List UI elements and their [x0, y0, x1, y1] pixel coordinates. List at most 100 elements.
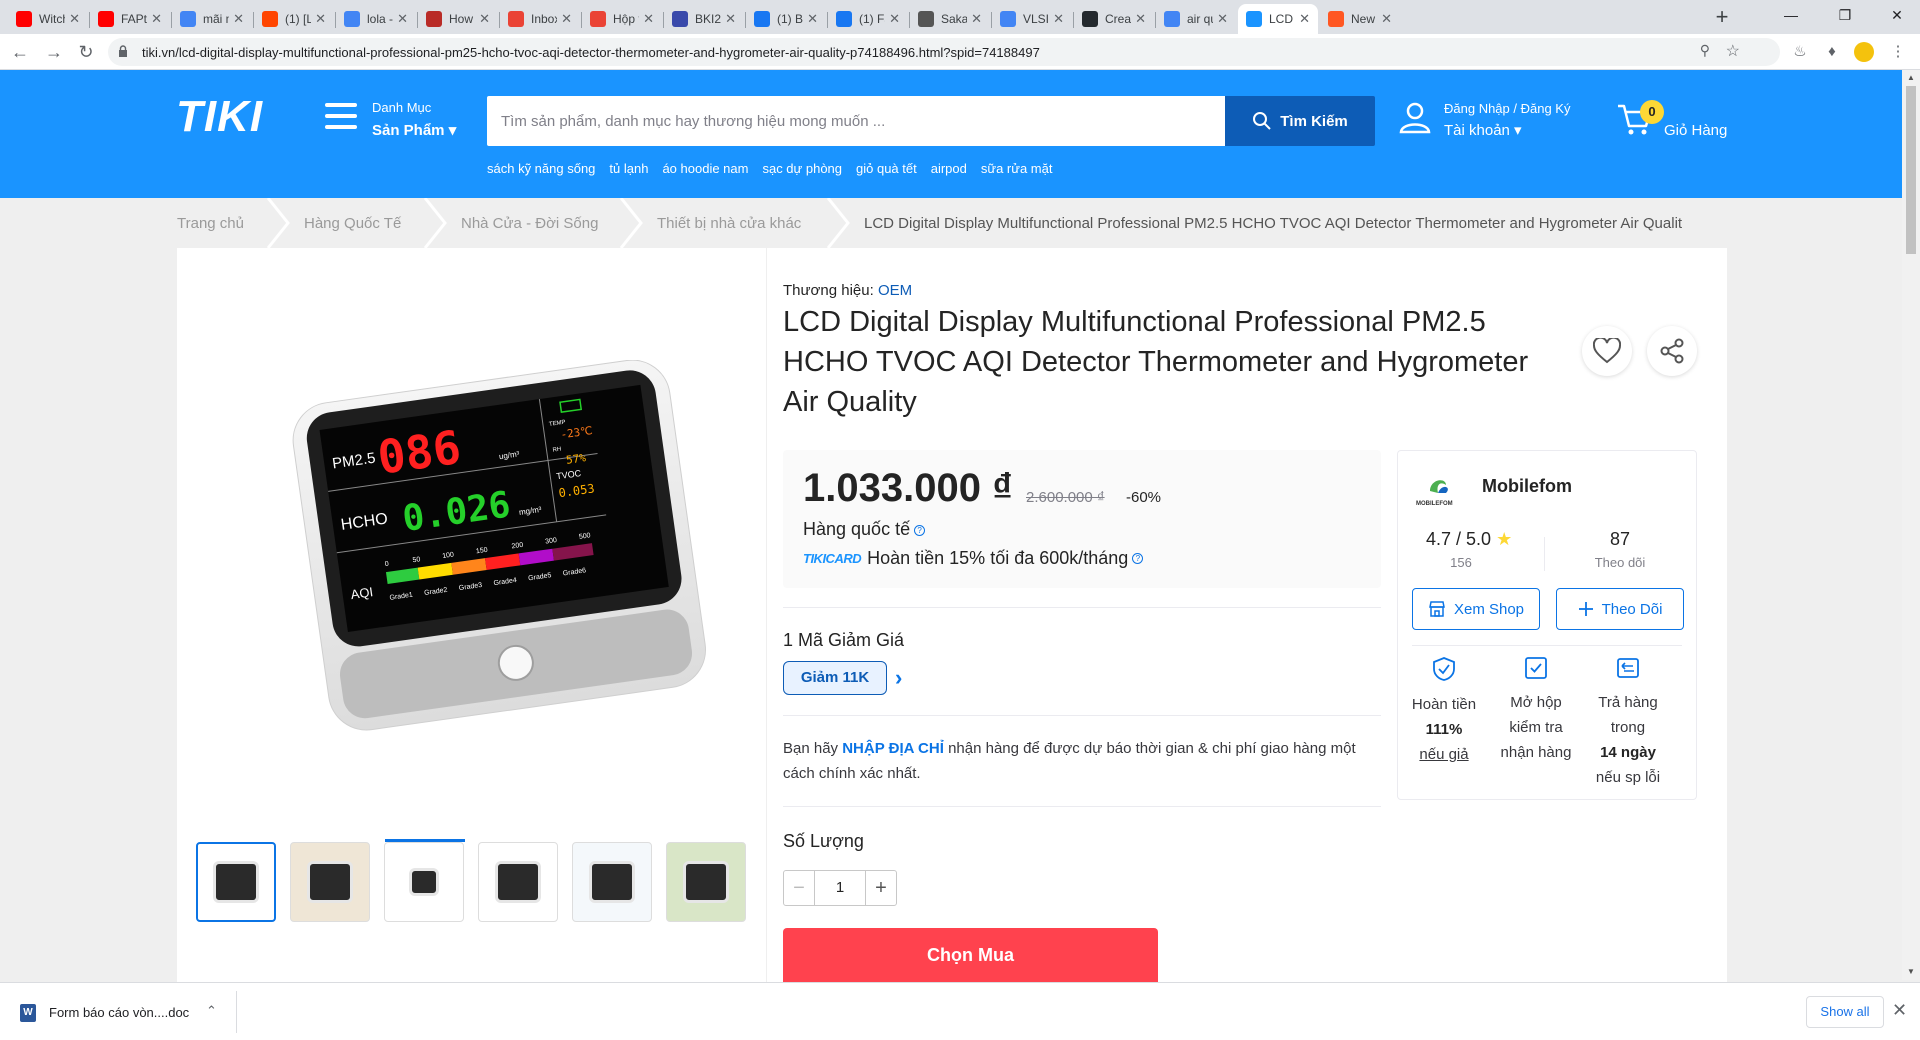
- close-tab-icon[interactable]: ✕: [1299, 11, 1310, 27]
- close-window-icon[interactable]: ✕: [1874, 0, 1920, 30]
- view-shop-button[interactable]: Xem Shop: [1412, 588, 1540, 630]
- bookmark-star-icon[interactable]: ☆: [1726, 41, 1740, 61]
- account-dropdown[interactable]: Tài khoản ▾: [1444, 121, 1522, 139]
- buy-button[interactable]: Chọn Mua: [783, 928, 1158, 982]
- browser-tab[interactable]: (1) Fac ✕: [828, 4, 908, 34]
- browser-tab[interactable]: Witche ✕: [8, 4, 88, 34]
- brand-link[interactable]: OEM: [878, 282, 912, 299]
- tiki-logo[interactable]: TIKI: [176, 92, 263, 142]
- seller-name[interactable]: Mobilefom: [1482, 476, 1572, 497]
- thumbnail-6[interactable]: [666, 842, 746, 922]
- close-tab-icon[interactable]: ✕: [807, 11, 818, 27]
- close-tab-icon[interactable]: ✕: [725, 11, 736, 27]
- quick-link[interactable]: airpod: [931, 161, 967, 176]
- minimize-icon[interactable]: —: [1768, 0, 1814, 30]
- enter-address-link[interactable]: NHẬP ĐỊA CHỈ: [842, 740, 944, 757]
- breadcrumb-item[interactable]: Thiết bị nhà cửa khác: [657, 215, 801, 232]
- close-tab-icon[interactable]: ✕: [1135, 11, 1146, 27]
- browser-tab[interactable]: Sakai :✕: [910, 4, 990, 34]
- hamburger-menu-icon[interactable]: [325, 103, 357, 129]
- increase-quantity-button[interactable]: +: [865, 870, 897, 906]
- close-tab-icon[interactable]: ✕: [151, 11, 162, 27]
- browser-menu-icon[interactable]: ⋮: [1886, 40, 1910, 64]
- thumbnail-1[interactable]: [196, 842, 276, 922]
- decrease-quantity-button[interactable]: −: [783, 870, 815, 906]
- browser-tab[interactable]: New a ✕: [1320, 4, 1400, 34]
- close-tab-icon[interactable]: ✕: [561, 11, 572, 27]
- info-icon[interactable]: ?: [1132, 553, 1144, 564]
- seller-logo[interactable]: MOBILEFOM: [1416, 471, 1460, 509]
- browser-tab[interactable]: air qua ✕: [1156, 4, 1236, 34]
- close-tab-icon[interactable]: ✕: [69, 11, 80, 27]
- share-button[interactable]: [1647, 326, 1697, 376]
- download-file-name[interactable]: Form báo cáo vòn....doc: [49, 1005, 189, 1020]
- close-tab-icon[interactable]: ✕: [889, 11, 900, 27]
- close-tab-icon[interactable]: ✕: [643, 11, 654, 27]
- close-tab-icon[interactable]: ✕: [1381, 11, 1392, 27]
- thumbnail-4[interactable]: [478, 842, 558, 922]
- policy-link[interactable]: nếu giả: [1419, 746, 1468, 763]
- breadcrumb-item[interactable]: Trang chủ: [177, 215, 244, 232]
- browser-tab[interactable]: lola - G✕: [336, 4, 416, 34]
- close-tab-icon[interactable]: ✕: [397, 11, 408, 27]
- browser-tab[interactable]: mãi mi ✕: [172, 4, 252, 34]
- close-tab-icon[interactable]: ✕: [233, 11, 244, 27]
- puzzle-icon[interactable]: ♦: [1820, 40, 1844, 64]
- quick-link[interactable]: áo hoodie nam: [662, 161, 748, 176]
- back-icon[interactable]: ←: [6, 38, 34, 66]
- info-icon[interactable]: ?: [914, 525, 926, 536]
- browser-tab[interactable]: (1) [Lo✕: [254, 4, 334, 34]
- zoom-icon[interactable]: ⚲: [1700, 42, 1710, 59]
- show-all-downloads-button[interactable]: Show all: [1806, 996, 1884, 1028]
- scroll-down-icon[interactable]: ▼: [1902, 964, 1920, 980]
- restore-icon[interactable]: ❐: [1822, 0, 1868, 30]
- search-input[interactable]: [487, 96, 1225, 146]
- category-menu-label[interactable]: Sản Phẩm ▾: [372, 121, 456, 139]
- cart-label[interactable]: Giỏ Hàng: [1664, 122, 1727, 139]
- new-tab-button[interactable]: +: [1708, 4, 1736, 32]
- close-tab-icon[interactable]: ✕: [315, 11, 326, 27]
- reload-icon[interactable]: ↻: [72, 38, 100, 66]
- breadcrumb-item[interactable]: Hàng Quốc Tế: [304, 215, 401, 232]
- thumbnail-3[interactable]: [384, 839, 465, 922]
- quick-link[interactable]: giỏ quà tết: [856, 161, 917, 176]
- quick-link[interactable]: sạc dự phòng: [762, 161, 842, 176]
- close-tab-icon[interactable]: ✕: [1053, 11, 1064, 27]
- scroll-up-icon[interactable]: ▲: [1902, 70, 1920, 86]
- quick-link[interactable]: tủ lạnh: [609, 161, 648, 176]
- forward-icon[interactable]: →: [40, 38, 68, 66]
- close-icon[interactable]: ✕: [1892, 1000, 1907, 1021]
- wishlist-button[interactable]: [1582, 326, 1632, 376]
- user-icon[interactable]: [1398, 100, 1432, 134]
- category-menu-label-top[interactable]: Danh Mục: [372, 100, 431, 115]
- quantity-value[interactable]: 1: [815, 870, 865, 906]
- page-scrollbar[interactable]: ▲ ▼: [1902, 70, 1920, 980]
- chevron-right-icon[interactable]: ›: [895, 665, 902, 691]
- browser-tab[interactable]: How n ✕: [418, 4, 498, 34]
- search-button[interactable]: Tìm Kiếm: [1225, 96, 1375, 146]
- browser-tab[interactable]: FAPtv✕: [90, 4, 170, 34]
- login-link[interactable]: Đăng Nhập / Đăng Ký: [1444, 101, 1570, 116]
- close-tab-icon[interactable]: ✕: [1217, 11, 1228, 27]
- extension-icon[interactable]: ♨: [1788, 40, 1812, 64]
- browser-tab[interactable]: Create✕: [1074, 4, 1154, 34]
- product-main-image[interactable]: PM2.5 086 ug/m³ HCHO 0.026 mg/m³ TEMP -2…: [280, 360, 720, 740]
- browser-tab[interactable]: Hộp th ✕: [582, 4, 662, 34]
- quick-link[interactable]: sữa rửa mặt: [981, 161, 1053, 176]
- follow-button[interactable]: Theo Dõi: [1556, 588, 1684, 630]
- browser-tab[interactable]: VLSI -✕: [992, 4, 1072, 34]
- thumbnail-2[interactable]: [290, 842, 370, 922]
- quick-link[interactable]: sách kỹ năng sống: [487, 161, 595, 176]
- close-tab-icon[interactable]: ✕: [971, 11, 982, 27]
- close-tab-icon[interactable]: ✕: [479, 11, 490, 27]
- browser-tab[interactable]: (1) Bá✕: [746, 4, 826, 34]
- breadcrumb-item[interactable]: Nhà Cửa - Đời Sống: [461, 215, 598, 232]
- coupon-tag[interactable]: Giảm 11K: [783, 661, 887, 695]
- address-bar[interactable]: tiki.vn/lcd-digital-display-multifunctio…: [108, 38, 1780, 66]
- browser-tab[interactable]: Inbox ✕: [500, 4, 580, 34]
- scrollbar-thumb[interactable]: [1906, 86, 1916, 254]
- thumbnail-5[interactable]: [572, 842, 652, 922]
- profile-avatar-icon[interactable]: [1852, 40, 1876, 64]
- browser-tab[interactable]: LCD D ✕: [1238, 4, 1318, 34]
- browser-tab[interactable]: BKI20✕: [664, 4, 744, 34]
